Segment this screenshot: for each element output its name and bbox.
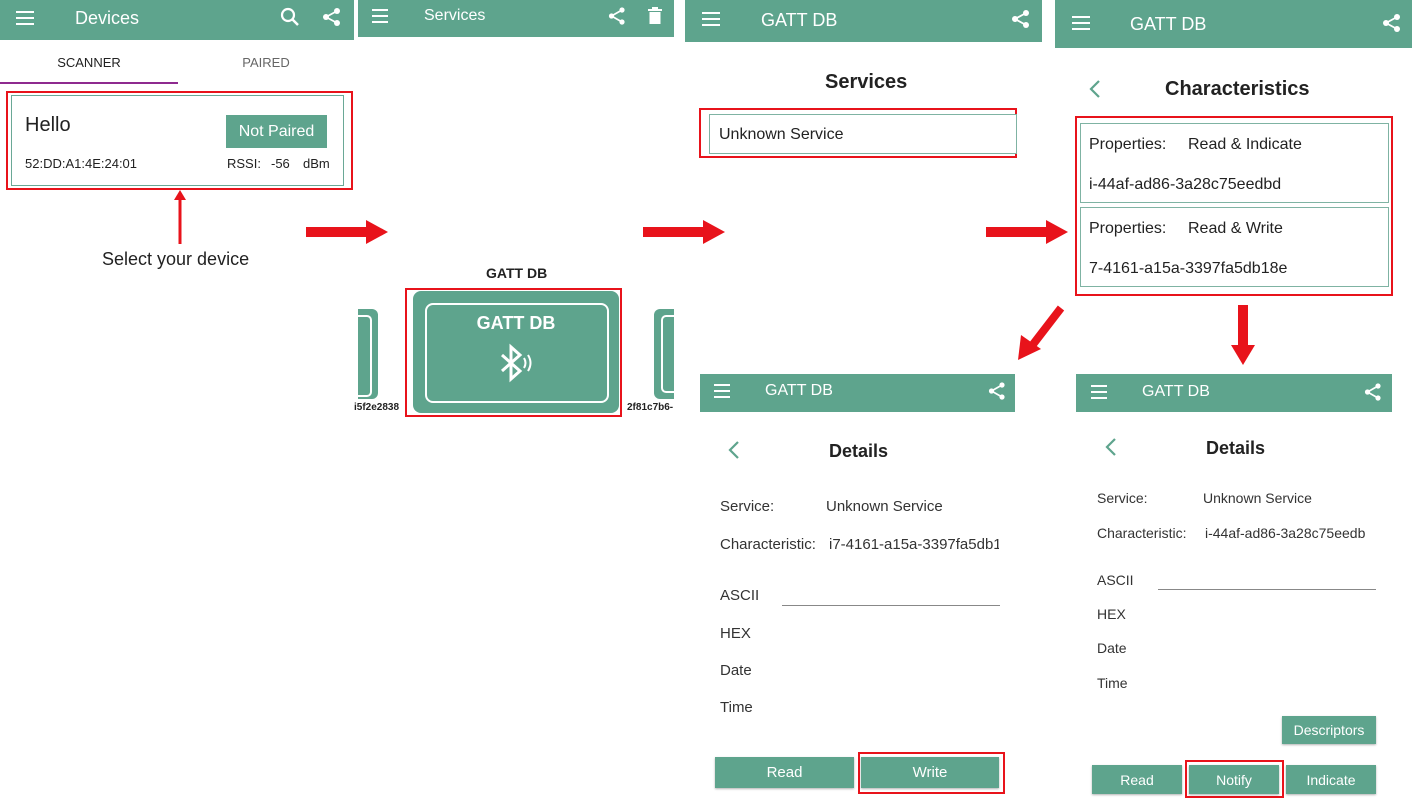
diagonal-arrow-icon xyxy=(1018,305,1065,360)
hex-label: HEX xyxy=(720,625,751,642)
app-bar-title: Devices xyxy=(75,8,140,28)
share-icon[interactable] xyxy=(1364,383,1382,401)
ascii-input[interactable] xyxy=(782,605,1000,606)
back-icon[interactable] xyxy=(1104,437,1118,457)
hex-label: HEX xyxy=(1097,606,1126,622)
menu-icon[interactable] xyxy=(714,384,732,398)
service-value: Unknown Service xyxy=(1203,490,1312,506)
devices-app-bar: Devices xyxy=(0,0,354,40)
right-card-id: 2f81c7b6- xyxy=(627,402,674,413)
left-card-id: i5f2e2838 xyxy=(354,402,400,413)
trash-icon[interactable] xyxy=(648,7,662,24)
not-paired-button[interactable]: Not Paired xyxy=(226,115,327,148)
characteristic-label: Characteristic: xyxy=(1097,525,1187,541)
time-label: Time xyxy=(720,699,753,716)
characteristic-item[interactable]: Properties: Read & Indicate i-44af-ad86-… xyxy=(1080,123,1389,203)
read-button[interactable]: Read xyxy=(715,757,854,788)
characteristic-value: i7-4161-a15a-3397fa5db1 xyxy=(829,536,999,553)
app-bar-title: GATT DB xyxy=(765,382,833,399)
gatt-card-title: GATT DB xyxy=(476,313,556,333)
right-service-card[interactable] xyxy=(654,309,674,399)
left-service-card[interactable] xyxy=(358,309,378,399)
characteristic-value: i-44af-ad86-3a28c75eedb xyxy=(1205,525,1366,541)
characteristic-label: Characteristic: xyxy=(720,536,816,553)
rssi-unit: dBm xyxy=(303,156,330,171)
bluetooth-icon xyxy=(501,343,532,383)
characteristic-uuid: 7-4161-a15a-3397fa5db18e xyxy=(1089,260,1288,277)
time-label: Time xyxy=(1097,675,1128,691)
app-bar-title: GATT DB xyxy=(761,10,838,30)
share-icon[interactable] xyxy=(608,7,626,25)
read-button[interactable]: Read xyxy=(1092,765,1182,794)
tab-scanner[interactable]: SCANNER xyxy=(0,55,178,70)
device-mac: 52:DD:A1:4E:24:01 xyxy=(25,156,138,171)
down-arrow-icon xyxy=(1231,305,1255,365)
properties-value: Read & Indicate xyxy=(1188,136,1302,153)
date-label: Date xyxy=(1097,640,1127,656)
share-icon[interactable] xyxy=(322,7,342,27)
ascii-label: ASCII xyxy=(720,587,760,604)
gatt-db-app-bar: GATT DB xyxy=(700,374,1015,412)
service-value: Unknown Service xyxy=(826,498,943,515)
app-bar-title: GATT DB xyxy=(1130,14,1207,34)
indicate-button[interactable]: Indicate xyxy=(1286,765,1376,794)
ascii-input[interactable] xyxy=(1158,589,1376,590)
gatt-db-app-bar: GATT DB xyxy=(1076,374,1392,412)
up-arrow-icon xyxy=(174,190,186,244)
menu-icon[interactable] xyxy=(702,12,722,28)
app-bar-title: GATT DB xyxy=(1142,383,1210,400)
gatt-db-app-bar: GATT DB xyxy=(1055,0,1412,48)
right-arrow-icon xyxy=(643,220,725,244)
details-heading: Details xyxy=(1206,438,1266,458)
characteristic-uuid: i-44af-ad86-3a28c75eedbd xyxy=(1089,176,1282,193)
gatt-db-card[interactable]: GATT DB xyxy=(413,291,619,413)
gatt-db-app-bar: GATT DB xyxy=(685,0,1042,42)
share-icon[interactable] xyxy=(988,382,1006,400)
date-label: Date xyxy=(720,662,752,679)
menu-icon[interactable] xyxy=(16,10,36,26)
menu-icon[interactable] xyxy=(1091,385,1109,399)
right-arrow-icon xyxy=(306,220,388,244)
menu-icon[interactable] xyxy=(372,9,390,23)
device-name: Hello xyxy=(25,114,71,136)
service-label: Service: xyxy=(720,498,775,515)
write-button[interactable]: Write xyxy=(861,757,999,788)
service-item[interactable]: Unknown Service xyxy=(709,114,1017,154)
share-icon[interactable] xyxy=(1382,13,1402,33)
back-icon[interactable] xyxy=(1088,79,1102,99)
search-icon[interactable] xyxy=(280,7,300,27)
service-label: Service: xyxy=(1097,490,1148,506)
right-arrow-icon xyxy=(986,220,1068,244)
details-heading: Details xyxy=(829,441,889,461)
gatt-db-label: GATT DB xyxy=(486,265,548,281)
notify-button[interactable]: Notify xyxy=(1189,765,1279,794)
ascii-label: ASCII xyxy=(1097,572,1134,588)
rssi-value: -56 xyxy=(271,156,290,171)
characteristics-heading: Characteristics xyxy=(1165,78,1310,100)
properties-label: Properties: xyxy=(1089,136,1167,153)
services-app-bar: Services xyxy=(358,0,674,37)
menu-icon[interactable] xyxy=(1072,16,1092,32)
select-device-hint: Select your device xyxy=(102,249,250,269)
device-card[interactable]: Hello Not Paired 52:DD:A1:4E:24:01 RSSI:… xyxy=(11,95,344,186)
service-name: Unknown Service xyxy=(719,126,844,143)
back-icon[interactable] xyxy=(727,440,741,460)
properties-value: Read & Write xyxy=(1188,220,1283,237)
descriptors-button[interactable]: Descriptors xyxy=(1282,716,1376,744)
tab-paired[interactable]: PAIRED xyxy=(178,55,354,70)
services-heading: Services xyxy=(825,71,908,93)
share-icon[interactable] xyxy=(1011,9,1031,29)
properties-label: Properties: xyxy=(1089,220,1167,237)
rssi-label: RSSI: xyxy=(227,156,261,171)
tab-indicator xyxy=(0,82,178,84)
app-bar-title: Services xyxy=(424,7,486,24)
characteristic-item[interactable]: Properties: Read & Write 7-4161-a15a-339… xyxy=(1080,207,1389,287)
